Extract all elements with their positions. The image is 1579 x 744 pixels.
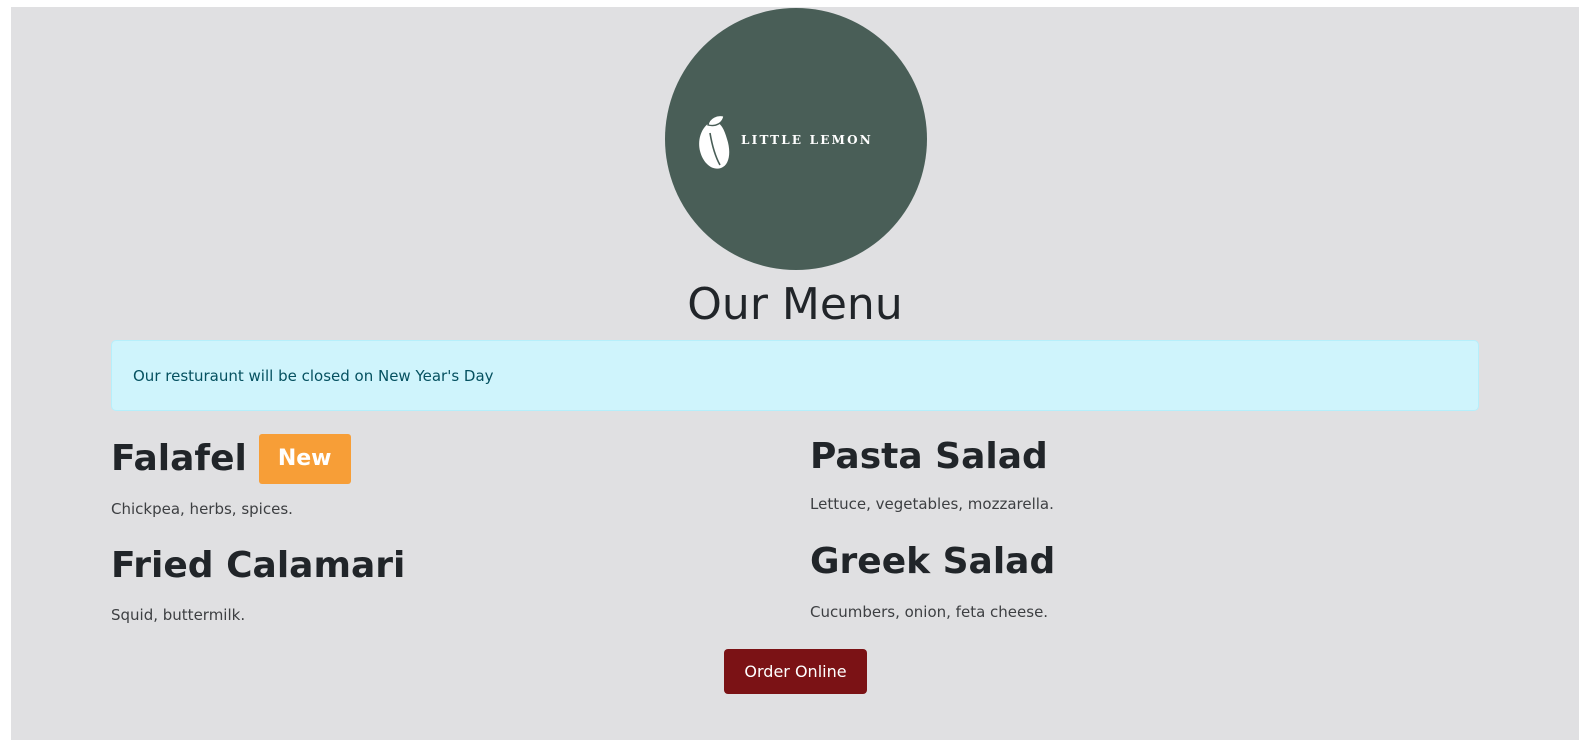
menu-item-name-container: Falafel New [111,434,351,484]
menu-item-name: Falafel [111,438,247,479]
menu-item-greek-salad: Greek Salad Cucumbers, onion, feta chees… [810,540,1055,621]
page-container: LITTLE LEMON Our Menu Our resturaunt wil… [11,7,1579,740]
closure-alert: Our resturaunt will be closed on New Yea… [111,340,1479,411]
logo-brand-name: LITTLE LEMON [741,133,873,147]
menu-item-pasta-salad: Pasta Salad Lettuce, vegetables, mozzare… [810,435,1054,513]
new-badge: New [258,434,351,484]
order-online-button[interactable]: Order Online [724,649,867,694]
menu-item-name: Greek Salad [810,541,1056,582]
menu-item-fried-calamari: Fried Calamari Squid, buttermilk. [111,544,405,624]
menu-item-description: Chickpea, herbs, spices. [111,500,293,518]
menu-item-name: Pasta Salad [810,436,1048,477]
menu-item-falafel: Falafel New Chickpea, herbs, spices. [111,434,351,518]
menu-item-description: Cucumbers, onion, feta cheese. [810,603,1049,621]
lemon-icon [699,114,730,169]
page-title: Our Menu [687,279,903,330]
menu-item-name-container: Greek Salad [810,540,1055,584]
menu-item-description: Lettuce, vegetables, mozzarella. [810,495,1054,513]
little-lemon-logo: LITTLE LEMON [665,8,927,270]
menu-item-name-container: Pasta Salad [810,435,1048,479]
alert-message: Our resturaunt will be closed on New Yea… [133,367,494,385]
menu-item-description: Squid, buttermilk. [111,606,246,624]
menu-item-name-container: Fried Calamari [111,544,405,588]
menu-item-name: Fried Calamari [111,545,406,586]
